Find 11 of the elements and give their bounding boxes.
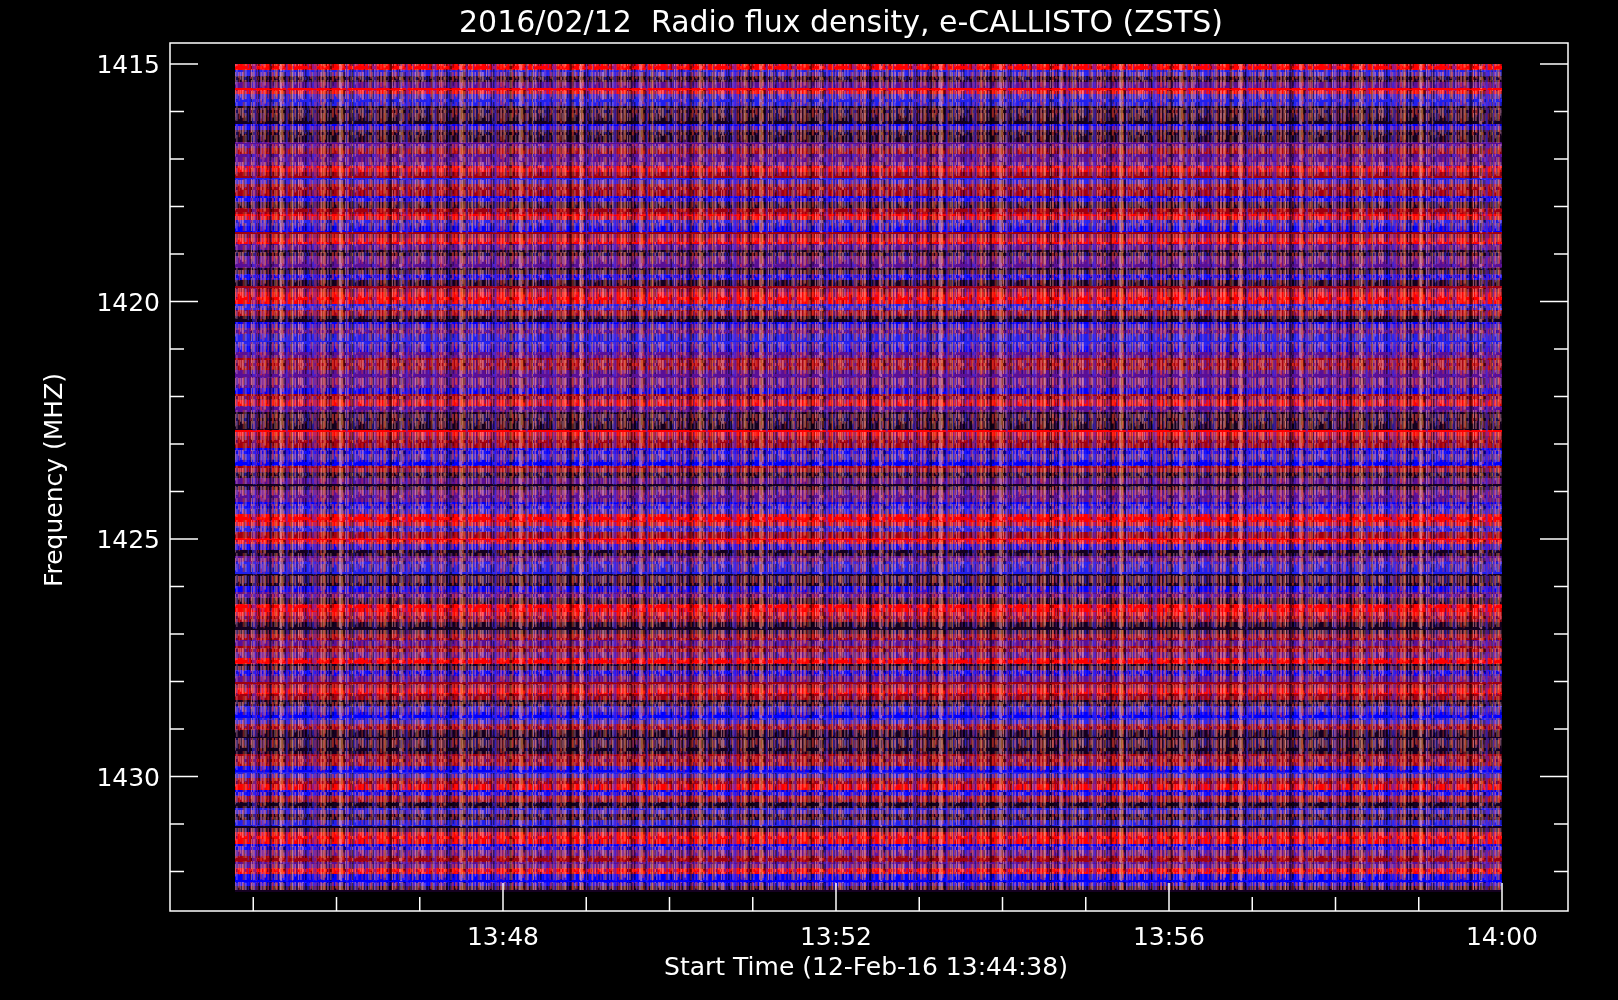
x-axis-label: Start Time (12-Feb-16 13:44:38) [664, 952, 1068, 981]
y-tick-label: 1415 [96, 50, 160, 79]
y-axis-label: Frequency (MHZ) [39, 372, 68, 588]
y-tick-label: 1420 [96, 287, 160, 317]
x-tick-label: 13:56 [1133, 922, 1205, 951]
y-tick-label: 1425 [96, 525, 160, 554]
chart-title: 2016/02/12 Radio flux density, e-CALLISTO (ZSTS) [459, 4, 1223, 39]
x-tick-label: 13:48 [467, 922, 539, 951]
x-tick-label: 13:52 [800, 922, 872, 951]
y-tick-label: 1430 [96, 762, 160, 792]
x-tick-label: 14:00 [1466, 922, 1538, 951]
